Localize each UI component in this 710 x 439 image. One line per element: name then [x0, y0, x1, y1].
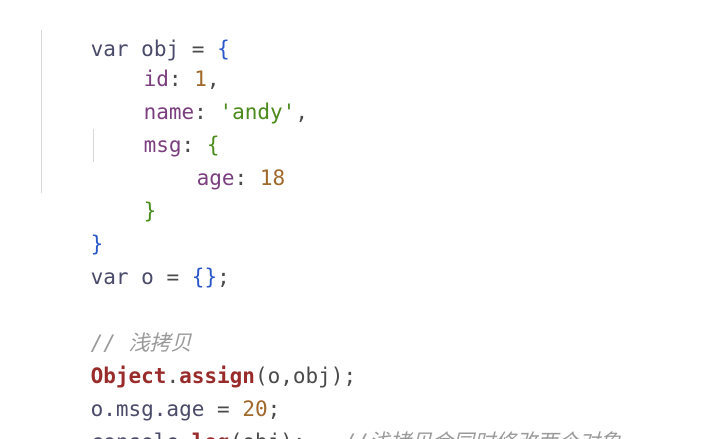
code-line-4: msg: {	[93, 96, 220, 157]
identifier-o: o	[141, 265, 154, 289]
keyword-var: var	[90, 265, 129, 289]
number-value: 18	[259, 166, 286, 190]
comment-shallow-copy-note: //浅拷贝会同时修改两个对象	[343, 430, 620, 439]
code-editor: var obj = { id: 1, name: 'andy', msg: { …	[0, 0, 710, 439]
property-age: age	[196, 166, 235, 190]
code-line-11: Object.assign(o,obj);	[40, 327, 357, 388]
comma: ,	[295, 100, 308, 124]
semicolon: ;	[217, 265, 230, 289]
code-line-6: }	[93, 162, 157, 223]
code-line-13: console.log(obj); //浅拷贝会同时修改两个对象	[40, 393, 621, 439]
call-arguments: (obj);	[230, 430, 306, 439]
dot: .	[179, 430, 192, 439]
colon: :	[234, 166, 248, 190]
string-value: 'andy'	[219, 100, 296, 124]
identifier-console: console	[91, 430, 180, 439]
code-line-2: id: 1,	[93, 30, 220, 91]
code-line-10: // 浅拷贝	[40, 294, 192, 355]
code-line-3: name: 'andy',	[93, 63, 308, 124]
method-log: log	[192, 430, 230, 439]
close-brace: }	[143, 199, 157, 223]
operator-assign: =	[166, 265, 180, 289]
code-line-1: var obj = {	[40, 0, 230, 61]
empty-object-braces: {}	[191, 265, 218, 289]
code-line-5: age: 18	[146, 129, 286, 190]
code-line-8: var o = {};	[40, 228, 230, 289]
code-line-12: o.msg.age = 20;	[40, 360, 281, 421]
code-line-7: }	[40, 195, 104, 256]
